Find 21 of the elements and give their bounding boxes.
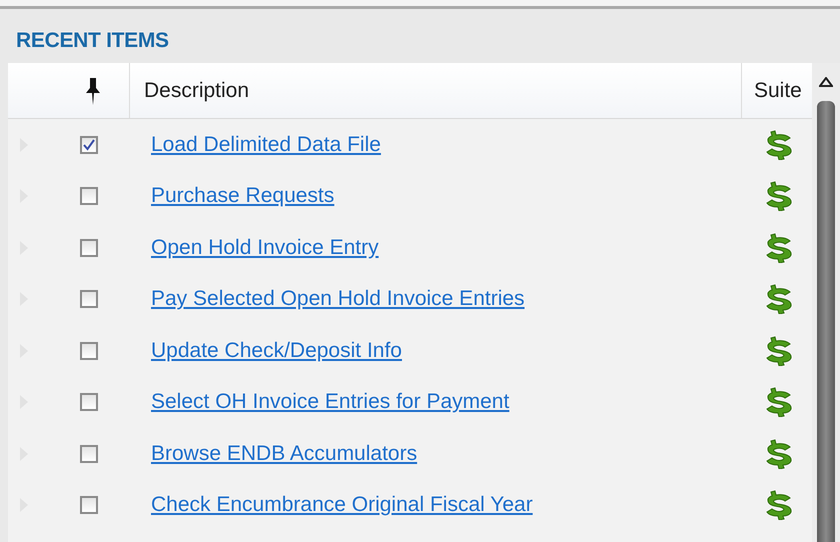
column-header[interactable]: Description: [144, 78, 250, 102]
pin-checkbox[interactable]: [80, 496, 98, 514]
item-link[interactable]: Load Delimited Data File: [151, 132, 381, 157]
column-header[interactable]: Suite: [754, 78, 802, 102]
item-link[interactable]: Browse ENDB Accumulators: [151, 442, 418, 466]
item-link[interactable]: Purchase Requests: [151, 184, 334, 208]
pin-checkbox[interactable]: [80, 187, 98, 206]
item-link[interactable]: Check Encumbrance Original Fiscal Year: [151, 493, 533, 518]
scroll-up-arrow-icon[interactable]: [819, 77, 833, 87]
item-link[interactable]: Select OH Invoice Entries for Payment: [151, 390, 510, 414]
item-link[interactable]: Pay Selected Open Hold Invoice Entries: [151, 287, 525, 312]
pin-checkbox[interactable]: [80, 444, 98, 463]
item-link[interactable]: Open Hold Invoice Entry: [151, 236, 379, 260]
scrollbar-thumb[interactable]: [817, 101, 835, 542]
panel-title: RECENT ITEMS: [15, 28, 170, 54]
pin-checkbox[interactable]: [80, 290, 98, 308]
pin-checkbox[interactable]: [80, 342, 98, 360]
pin-checkbox[interactable]: [80, 238, 98, 257]
item-link[interactable]: Update Check/Deposit Info: [151, 338, 402, 363]
pin-checkbox[interactable]: [80, 393, 98, 412]
pin-checkbox[interactable]: [80, 136, 98, 154]
